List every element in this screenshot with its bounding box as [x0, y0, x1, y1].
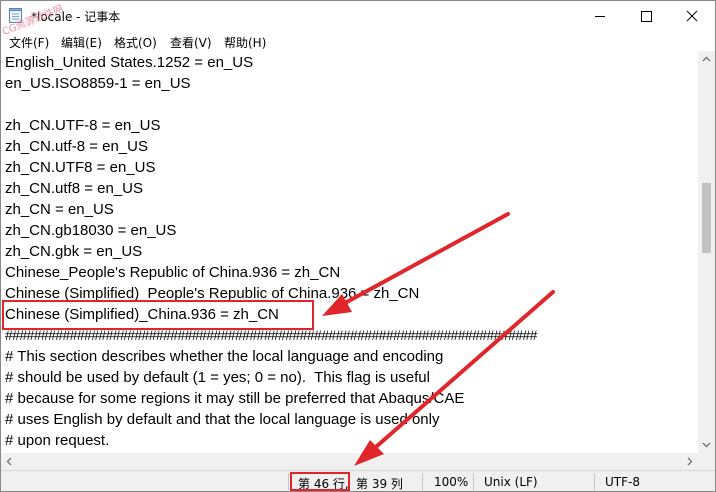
menu-file[interactable]: 文件(F) [9, 34, 49, 51]
minimize-icon [595, 16, 605, 17]
editor-line: # This section describes whether the loc… [5, 348, 444, 365]
editor-line: zh_CN.gbk = en_US [5, 243, 143, 260]
editor-line: # upon request. [5, 432, 110, 449]
maximize-icon [641, 11, 652, 22]
status-divider [422, 473, 423, 490]
status-divider [594, 473, 595, 490]
status-line-ending: Unix (LF) [484, 475, 538, 489]
status-column: 第 39 列 [356, 477, 403, 491]
editor-line: zh_CN.gb18030 = en_US [5, 222, 177, 239]
editor-line: en_US.ISO8859-1 = en_US [5, 75, 191, 92]
vertical-scroll-thumb[interactable] [702, 183, 711, 253]
minimize-button[interactable] [577, 1, 623, 31]
editor-line: English_United States.1252 = en_US [5, 54, 254, 71]
status-divider [288, 473, 289, 490]
menu-help[interactable]: 帮助(H) [224, 34, 266, 51]
text-editor[interactable]: English_United States.1252 = en_US en_US… [1, 51, 698, 453]
close-icon [686, 10, 698, 22]
vertical-scrollbar[interactable] [698, 51, 715, 453]
menu-edit[interactable]: 编辑(E) [61, 34, 102, 51]
menu-bar: 文件(F) 编辑(E) 格式(O) 查看(V) 帮助(H) [1, 31, 715, 51]
highlight-box [2, 300, 314, 330]
editor-line: zh_CN.UTF8 = en_US [5, 159, 156, 176]
editor-line: # uses English by default and that the l… [5, 411, 440, 428]
scroll-up-icon[interactable] [698, 51, 715, 68]
notepad-window: *locale - 记事本 文件(F) 编辑(E) 格式(O) 查看(V) 帮助… [0, 0, 716, 492]
maximize-button[interactable] [623, 1, 669, 31]
status-bar: 第 46 行, 第 39 列 100% Unix (LF) UTF-8 [1, 470, 715, 491]
editor-line: zh_CN.UTF-8 = en_US [5, 117, 161, 134]
highlight-box [290, 472, 350, 491]
title-bar: *locale - 记事本 [1, 1, 715, 31]
scrollbar-corner [698, 453, 715, 470]
menu-view[interactable]: 查看(V) [170, 34, 212, 51]
status-encoding: UTF-8 [605, 475, 640, 489]
editor-line: zh_CN = en_US [5, 201, 114, 218]
close-button[interactable] [669, 1, 715, 31]
editor-line: zh_CN.utf-8 = en_US [5, 138, 148, 155]
status-zoom: 100% [434, 475, 469, 489]
menu-format[interactable]: 格式(O) [114, 34, 157, 51]
scroll-down-icon[interactable] [698, 436, 715, 453]
editor-line: # because for some regions it may still … [5, 390, 465, 407]
editor-line: # should be used by default (1 = yes; 0 … [5, 369, 430, 386]
editor-line: Chinese_People's Republic of China.936 =… [5, 264, 341, 281]
status-divider [473, 473, 474, 490]
editor-line: zh_CN.utf8 = en_US [5, 180, 143, 197]
scroll-left-icon[interactable] [1, 453, 18, 470]
scroll-right-icon[interactable] [681, 453, 698, 470]
horizontal-scrollbar[interactable] [1, 453, 698, 470]
